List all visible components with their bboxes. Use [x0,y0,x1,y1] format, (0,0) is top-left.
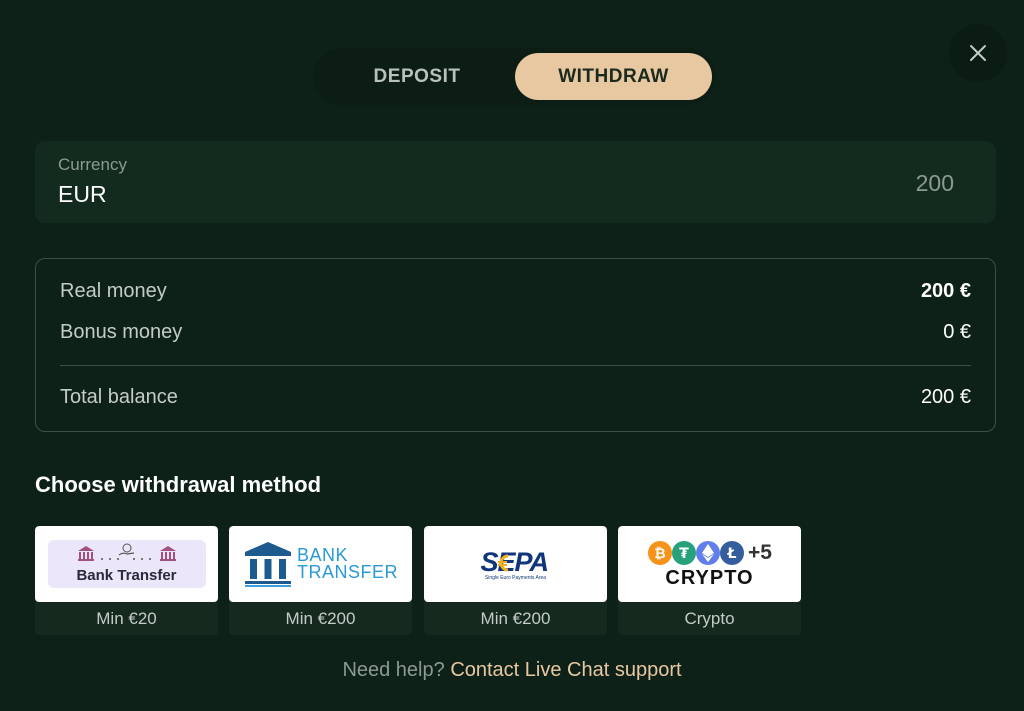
balance-panel: Real money 200 € Bonus money 0 € Total b… [35,258,996,432]
svg-text:₿: ₿ [654,546,665,562]
deposit-withdraw-tabs: DEPOSIT WITHDRAW [313,48,716,105]
bank-building-icon [244,542,291,587]
real-money-label: Real money [60,280,167,302]
close-icon [970,45,986,61]
bank-transfer-icon [77,543,176,561]
method-bank-transfer[interactable]: Bank Transfer Min €20 [35,526,218,635]
currency-amount: 200 [915,170,954,196]
bank-building-logo: BANK TRANSFER [229,526,412,602]
help-line: Need help? Contact Live Chat support [0,659,1024,682]
method-caption: Crypto [684,608,735,628]
bonus-money-label: Bonus money [60,321,183,343]
tab-deposit[interactable]: DEPOSIT [319,53,515,100]
bank-wire-logo-text-2: TRANSFER [296,562,398,582]
crypto-coins-icon: ₿ ₮ Ł [648,541,745,565]
total-balance-value: 200 € [920,386,971,408]
sepa-logo: SEPA Single Euro Payments Area [424,526,607,602]
real-money-row: Real money 200 € [60,280,971,303]
method-sepa[interactable]: SEPA Single Euro Payments Area Min €200 [424,526,607,635]
crypto-logo-text: CRYPTO [665,567,754,589]
sepa-euro-mark [497,554,508,572]
method-bank-wire[interactable]: BANK TRANSFER Min €200 [229,526,412,635]
methods-title: Choose withdrawal method [35,472,322,497]
bank-transfer-logo: Bank Transfer [35,526,218,602]
real-money-value: 200 € [920,280,971,302]
method-crypto[interactable]: ₿ ₮ Ł +5 CRYPTO Crypto [618,526,801,635]
bonus-money-value: 0 € [943,321,971,343]
svg-text:₮: ₮ [679,546,689,562]
method-caption: Min €200 [285,608,356,628]
bank-transfer-logo-text: Bank Transfer [76,567,177,584]
balance-divider [60,365,971,366]
crypto-coins-logo: ₿ ₮ Ł +5 CRYPTO [618,526,801,602]
method-caption: Min €200 [480,608,551,628]
bonus-money-row: Bonus money 0 € [60,321,971,344]
tab-withdraw[interactable]: WITHDRAW [515,53,712,100]
currency-label: Currency [58,155,127,174]
live-chat-link[interactable]: Contact Live Chat support [450,659,681,681]
close-button[interactable] [949,24,1007,82]
help-text: Need help? [342,659,445,681]
svg-text:Ł: Ł [727,546,737,562]
total-balance-row: Total balance 200 € [60,386,971,409]
sepa-logo-text: SEPA [480,547,550,577]
currency-selector[interactable]: Currency EUR 200 [35,141,996,223]
currency-value: EUR [58,181,107,207]
crypto-extra-count: +5 [748,541,772,564]
sepa-logo-subtext: Single Euro Payments Area [484,575,547,581]
method-caption: Min €20 [96,608,157,628]
total-balance-label: Total balance [60,386,178,408]
